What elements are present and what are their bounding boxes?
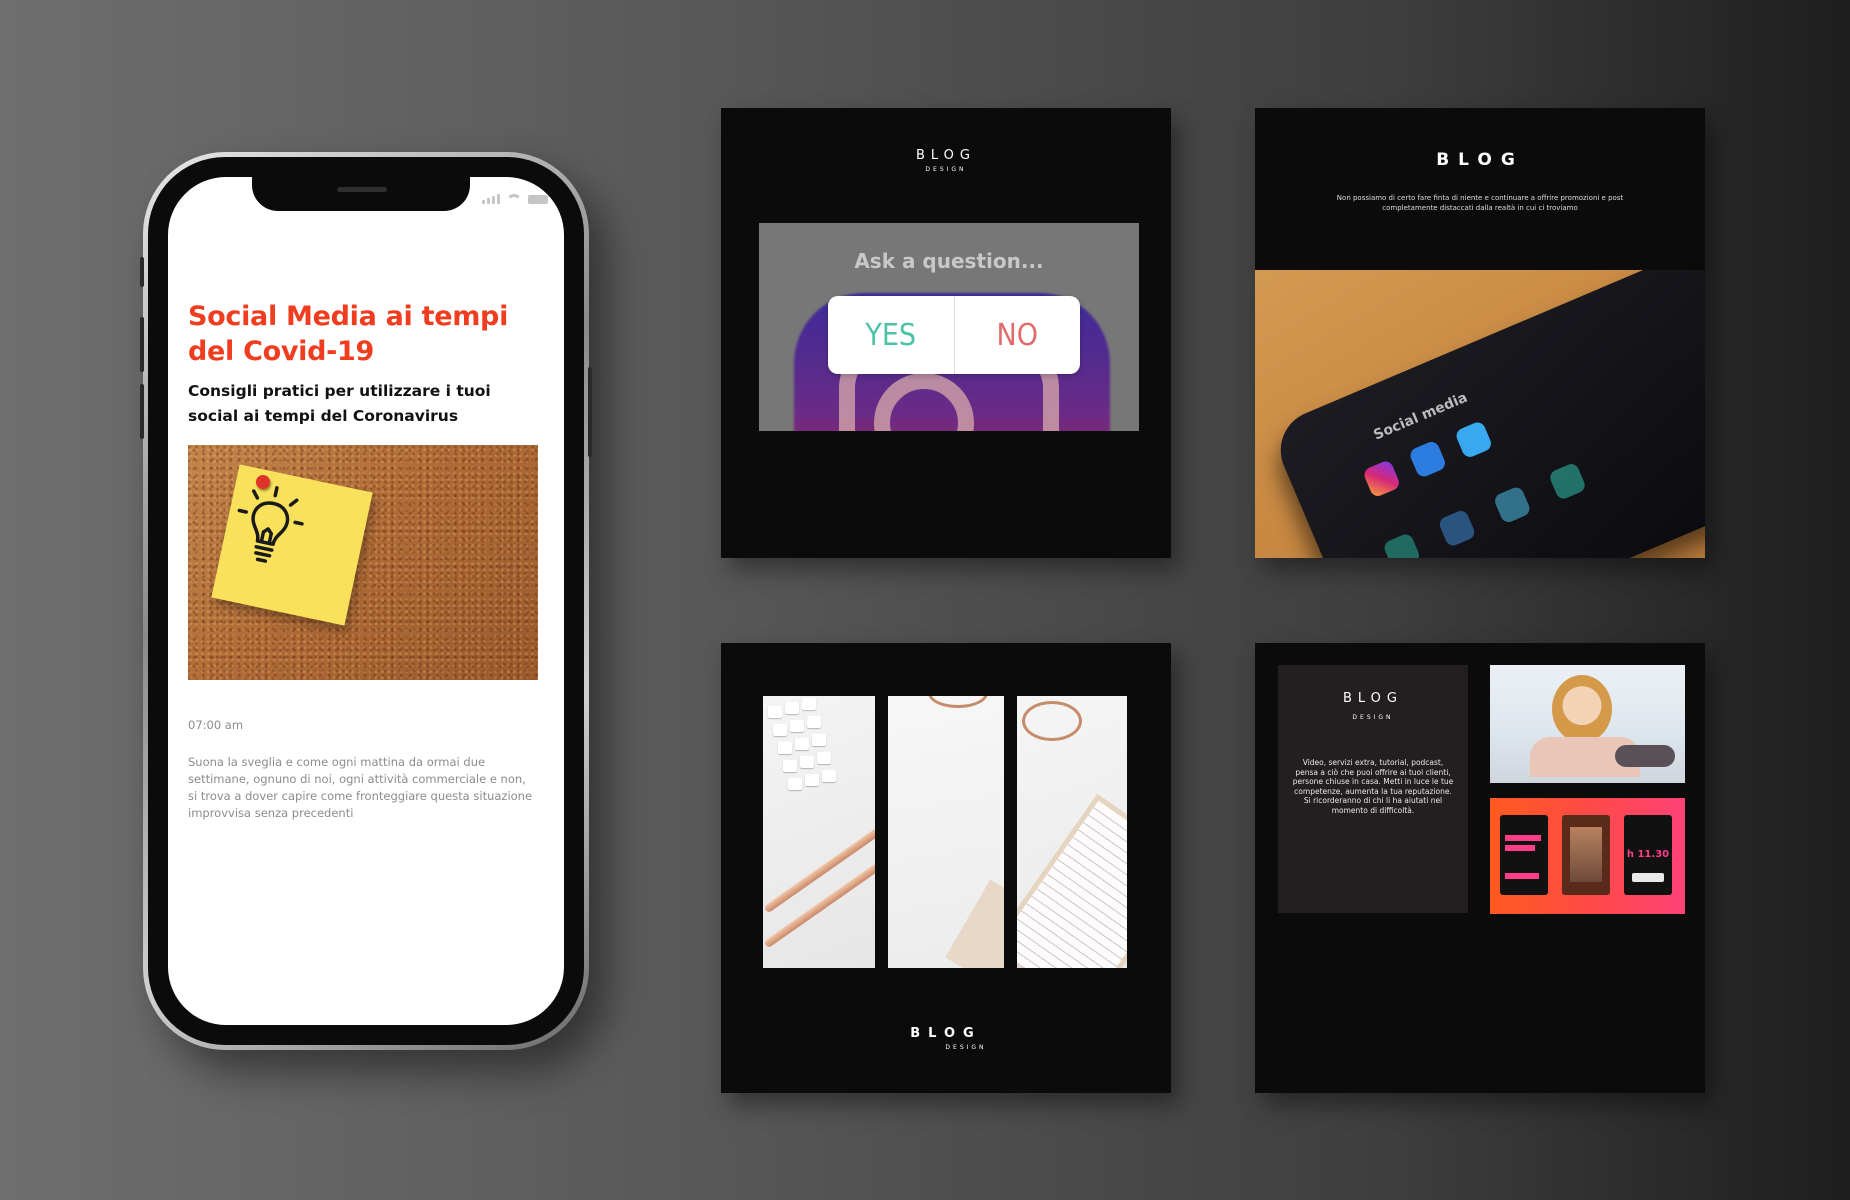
- glasses-shape: [928, 696, 988, 708]
- phone-notch: [252, 177, 470, 211]
- volume-up-button: [140, 317, 144, 372]
- rose-gold-pen: [763, 826, 875, 914]
- logo-main-text: BLOG: [1436, 150, 1524, 170]
- battery-icon: [528, 195, 548, 204]
- post-time: 07:00 am: [188, 718, 244, 732]
- blurred-app-icon: [1382, 532, 1422, 558]
- smartphone-photo: Social media: [1255, 270, 1705, 558]
- poll-sticker: YES NO: [828, 296, 1080, 374]
- story-time-text: h 11.30: [1626, 849, 1670, 860]
- story-thumbnail: h 11.30: [1624, 815, 1672, 895]
- blog-logo: BLOG: [1255, 150, 1705, 170]
- logo-sub-text: DESIGN: [925, 166, 967, 173]
- instagram-post-poll[interactable]: BLOG DESIGN Ask a question... YES NO: [721, 108, 1171, 558]
- blog-post: Social Media ai tempi del Covid-19 Consi…: [188, 299, 538, 822]
- logo-main-text: BLOG: [910, 1026, 982, 1041]
- twitter-app-icon: [1454, 420, 1494, 460]
- poll-yes-option[interactable]: YES: [828, 296, 955, 374]
- phone-screen: Social Media ai tempi del Covid-19 Consi…: [168, 177, 564, 1025]
- panel-text: Video, servizi extra, tutorial, podcast,…: [1292, 758, 1454, 815]
- phone-mockup: Social Media ai tempi del Covid-19 Consi…: [140, 152, 592, 1050]
- post-image-corkboard[interactable]: [188, 445, 538, 680]
- signal-icon: [482, 194, 500, 204]
- poll-no-option[interactable]: NO: [955, 296, 1081, 374]
- blog-logo: BLOG DESIGN: [721, 1026, 1171, 1051]
- instagram-story-photo: Ask a question... YES NO: [759, 223, 1139, 431]
- post-caption: Non possiamo di certo fare finta di nien…: [1336, 194, 1624, 212]
- lined-notepad: [1017, 800, 1127, 968]
- photo-strip-glasses: [888, 696, 1004, 968]
- post-subtitle: Consigli pratici per utilizzare i tuoi s…: [188, 382, 491, 425]
- logo-sub-text: DESIGN: [1352, 714, 1394, 721]
- story-thumbnail: [1562, 815, 1610, 895]
- phone-bezel: Social Media ai tempi del Covid-19 Consi…: [148, 157, 584, 1045]
- status-bar: [482, 194, 548, 204]
- post-title[interactable]: Social Media ai tempi del Covid-19: [188, 299, 538, 369]
- mute-switch: [140, 257, 144, 287]
- ask-question-label: Ask a question...: [854, 249, 1044, 273]
- text-panel: BLOG DESIGN Video, servizi extra, tutori…: [1278, 665, 1468, 913]
- instagram-post-desk[interactable]: BLOG DESIGN: [721, 643, 1171, 1093]
- promo-stories-panel: h 11.30: [1490, 798, 1685, 914]
- instagram-post-content-ideas[interactable]: BLOG DESIGN Video, servizi extra, tutori…: [1255, 643, 1705, 1093]
- photo-strip-notepad: [1017, 696, 1127, 968]
- instagram-app-icon: [1362, 459, 1402, 499]
- child-photo: [1490, 665, 1685, 783]
- post-body: Suona la sveglia e come ogni mattina da …: [188, 755, 533, 820]
- volume-down-button: [140, 384, 144, 439]
- facebook-app-icon: [1408, 439, 1448, 479]
- child-face-shape: [1552, 675, 1612, 743]
- wifi-icon: [506, 194, 522, 204]
- child-legs-shape: [1615, 745, 1675, 767]
- photo-strip-keyboard: [763, 696, 875, 968]
- notepad-edge: [945, 879, 1004, 968]
- instagram-post-social-media[interactable]: BLOG Non possiamo di certo fare finta di…: [1255, 108, 1705, 558]
- blog-logo: BLOG DESIGN: [721, 148, 1171, 173]
- logo-sub-text: DESIGN: [945, 1044, 987, 1051]
- smartphone-shape: Social media: [1268, 270, 1705, 558]
- power-button: [588, 367, 592, 457]
- blurred-app-icon: [1437, 508, 1477, 548]
- logo-main-text: BLOG: [915, 148, 976, 163]
- speaker-grille: [337, 187, 387, 192]
- glasses-lens-shape: [1022, 701, 1082, 741]
- blurred-app-icon: [1492, 485, 1532, 525]
- logo-main-text: BLOG: [1342, 691, 1403, 706]
- blog-logo: BLOG DESIGN: [1278, 691, 1468, 721]
- folder-label: Social media: [1371, 389, 1470, 444]
- blurred-app-icon: [1547, 461, 1588, 502]
- story-thumbnail: [1500, 815, 1548, 895]
